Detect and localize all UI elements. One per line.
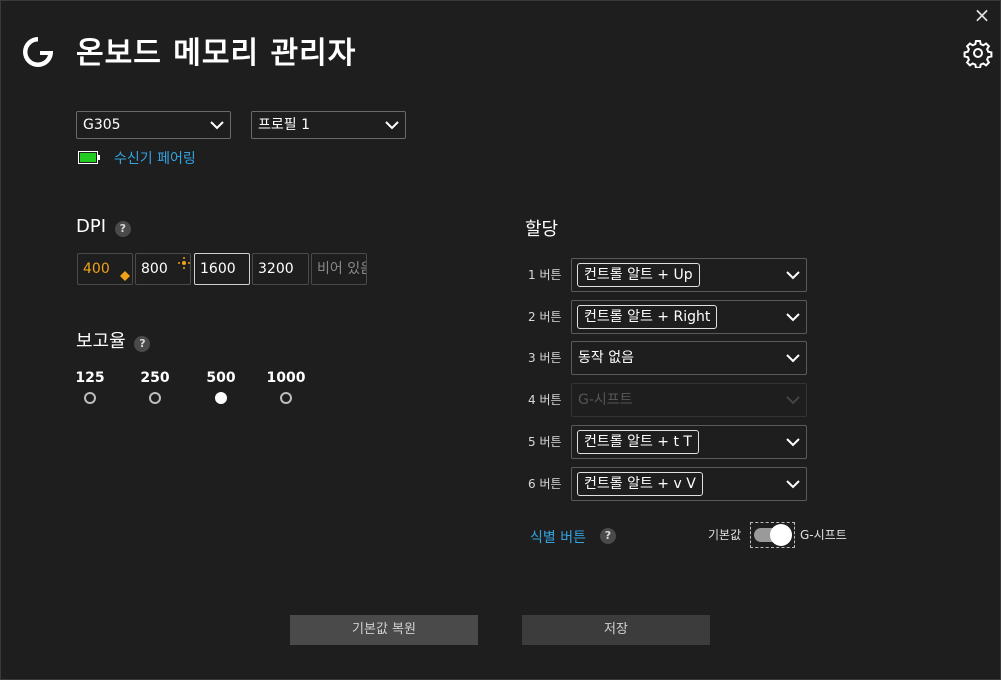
gshift-mode-toggle[interactable] xyxy=(750,522,795,548)
chevron-down-icon xyxy=(786,396,800,405)
button-4-label: 4 버튼 xyxy=(528,393,562,407)
button-2-label: 2 버튼 xyxy=(528,310,562,324)
identify-buttons-help-icon[interactable]: ? xyxy=(600,528,616,544)
restore-defaults-button[interactable]: 기본값 복원 xyxy=(290,615,478,645)
assignment-value: 컨트롤 알트 + t T xyxy=(577,430,699,454)
chevron-down-icon xyxy=(786,354,800,363)
dpi-title: DPI xyxy=(76,216,107,237)
default-dpi-diamond-icon xyxy=(120,271,130,281)
device-select[interactable]: G305 xyxy=(76,111,231,139)
logitech-g-logo xyxy=(23,37,53,67)
chevron-down-icon xyxy=(210,121,224,130)
report-rate-label-1000: 1000 xyxy=(266,370,306,386)
identify-buttons-link[interactable]: 식별 버튼 xyxy=(530,527,586,547)
report-rate-label-500: 500 xyxy=(206,370,236,386)
profile-select[interactable]: 프로필 1 xyxy=(251,111,406,139)
button-3-assignment-select[interactable]: 동작 없음 xyxy=(571,341,807,375)
button-2-assignment-select[interactable]: 컨트롤 알트 + Right xyxy=(571,300,807,334)
save-button[interactable]: 저장 xyxy=(522,615,710,645)
button-3-label: 3 버튼 xyxy=(528,351,562,365)
receiver-pairing-link[interactable]: 수신기 페어링 xyxy=(114,148,196,168)
chevron-down-icon xyxy=(385,121,399,130)
assignment-value: 컨트롤 알트 + Right xyxy=(577,305,718,329)
button-5-assignment-select[interactable]: 컨트롤 알트 + t T xyxy=(571,425,807,459)
profile-select-value: 프로필 1 xyxy=(258,117,310,133)
assignment-value: 컨트롤 알트 + v V xyxy=(577,472,703,496)
dpi-level-value: 3200 xyxy=(258,261,294,277)
dpi-shift-target-icon xyxy=(178,257,190,269)
report-rate-radio-250[interactable] xyxy=(149,392,161,404)
dpi-help-icon[interactable]: ? xyxy=(114,221,131,237)
button-4-assignment-select: G-시프트 xyxy=(571,383,807,417)
page-title: 온보드 메모리 관리자 xyxy=(76,36,357,71)
dpi-level-3[interactable]: 1600 xyxy=(194,253,250,285)
button-5-label: 5 버튼 xyxy=(528,435,562,449)
assignment-value: 동작 없음 xyxy=(578,350,634,366)
dpi-level-1[interactable]: 400 xyxy=(77,253,133,285)
report-rate-radio-1000[interactable] xyxy=(280,392,292,404)
chevron-down-icon xyxy=(786,271,800,280)
report-rate-radio-125[interactable] xyxy=(84,392,96,404)
chevron-down-icon xyxy=(786,438,800,447)
dpi-level-value: 비어 있음 xyxy=(317,261,366,277)
dpi-level-value: 400 xyxy=(83,261,110,277)
report-rate-heading: 보고율 ? xyxy=(76,327,151,353)
assignments-title: 할당 xyxy=(525,219,559,240)
report-rate-help-icon[interactable]: ? xyxy=(134,336,151,352)
battery-icon xyxy=(78,151,100,164)
device-select-value: G305 xyxy=(83,117,121,133)
dpi-level-4[interactable]: 3200 xyxy=(252,253,309,285)
report-rate-title: 보고율 xyxy=(76,331,126,352)
dpi-level-value: 800 xyxy=(141,261,168,277)
toggle-gshift-label: G-시프트 xyxy=(800,528,847,542)
report-rate-label-125: 125 xyxy=(75,370,105,386)
toggle-default-label: 기본값 xyxy=(708,528,742,542)
button-6-label: 6 버튼 xyxy=(528,477,562,491)
chevron-down-icon xyxy=(786,480,800,489)
assignment-value: G-시프트 xyxy=(578,392,633,408)
close-icon[interactable]: × xyxy=(972,4,992,26)
button-1-label: 1 버튼 xyxy=(528,268,562,282)
dpi-level-5[interactable]: 비어 있음 xyxy=(311,253,367,285)
toggle-knob xyxy=(770,524,792,546)
gear-icon[interactable] xyxy=(963,38,993,68)
dpi-level-value: 1600 xyxy=(200,261,236,277)
button-6-assignment-select[interactable]: 컨트롤 알트 + v V xyxy=(571,467,807,501)
chevron-down-icon xyxy=(786,313,800,322)
report-rate-radio-500[interactable] xyxy=(215,392,227,404)
assignment-value: 컨트롤 알트 + Up xyxy=(577,263,700,287)
dpi-heading: DPI ? xyxy=(76,216,131,237)
report-rate-label-250: 250 xyxy=(140,370,170,386)
button-1-assignment-select[interactable]: 컨트롤 알트 + Up xyxy=(571,258,807,292)
dpi-level-2[interactable]: 800 xyxy=(135,253,191,285)
